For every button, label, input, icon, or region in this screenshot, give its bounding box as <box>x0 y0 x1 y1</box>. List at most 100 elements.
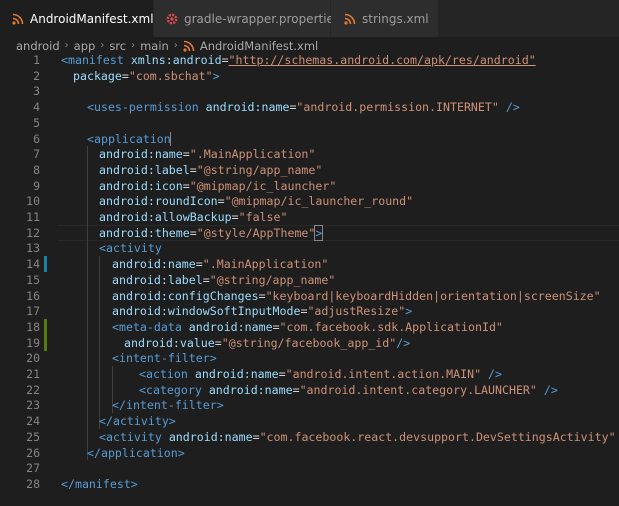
token-attr: android:theme <box>99 225 190 240</box>
token-tag: /> <box>505 100 520 115</box>
code-line[interactable]: 20 <intent-filter> <box>0 350 619 366</box>
line-number: 5 <box>33 115 40 130</box>
code-line[interactable]: 9 android:icon="@mipmap/ic_launcher" <box>0 178 619 194</box>
code-line[interactable]: 22 <category android:name="android.intent… <box>0 382 619 398</box>
code-line[interactable]: 18 <meta-data android:name="com.facebook.… <box>0 319 619 335</box>
line-number: 10 <box>26 194 40 209</box>
code-text: </activity> <box>99 413 176 429</box>
code-line[interactable]: 24 </activity> <box>0 413 619 429</box>
code-line[interactable]: 3 <box>0 83 619 99</box>
line-number: 13 <box>26 241 40 256</box>
code-text: <uses-permission android:name="android.p… <box>87 99 520 115</box>
token-plain: = <box>272 319 280 334</box>
code-line[interactable]: 8 android:label="@string/app_name" <box>0 162 619 178</box>
token-plain: = <box>189 162 197 177</box>
line-number: 9 <box>33 178 40 193</box>
code-line[interactable]: 17 android:windowSoftInputMode="adjustRes… <box>0 303 619 319</box>
token-val: "@style/AppTheme" <box>196 225 316 240</box>
token-plain: = <box>292 382 300 397</box>
tab-0[interactable]: AndroidManifest.xml× <box>0 0 174 37</box>
line-number: 27 <box>26 461 40 476</box>
token-val: "@string/facebook_app_id" <box>221 335 397 350</box>
token-attr: android:label <box>99 162 190 177</box>
token-tag: <action <box>139 367 188 381</box>
line-number: 22 <box>26 382 40 397</box>
line-number: 23 <box>26 398 40 413</box>
token-attr: xmlns:android <box>130 53 222 67</box>
token-val: "adjustResize" <box>307 304 406 319</box>
code-line[interactable]: 16 android:configChanges="keyboard|keyboa… <box>0 288 619 304</box>
code-line[interactable]: 10 android:roundIcon="@mipmap/ic_launcher… <box>0 193 619 209</box>
token-tag: <activity <box>99 241 162 256</box>
tab-label: gradle-wrapper.properties <box>184 11 341 26</box>
code-text: <action android:name="android.intent.act… <box>139 366 502 382</box>
token-plain: = <box>252 429 260 444</box>
line-number: 28 <box>26 476 40 491</box>
token-val: "@string/app_name" <box>196 162 323 177</box>
code-line[interactable]: 23 </intent-filter> <box>0 397 619 413</box>
token-tag: <application <box>87 131 171 146</box>
line-number: 26 <box>26 445 40 460</box>
token-val: "com.sbchat" <box>128 68 213 83</box>
line-number: 8 <box>33 162 40 177</box>
token-attr: android:name <box>112 257 196 272</box>
code-line[interactable]: 19 android:value="@string/facebook_app_id… <box>0 335 619 351</box>
code-line[interactable]: 5 <box>0 115 619 131</box>
code-text: <activity <box>99 240 162 256</box>
token-val: "android.permission.INTERNET" <box>296 100 499 115</box>
editor-tab-bar: AndroidManifest.xml× gradle-wrapper.prope… <box>0 0 619 37</box>
vscode-editor-window: AndroidManifest.xml× gradle-wrapper.prope… <box>0 0 619 506</box>
code-line[interactable]: 11 android:allowBackup="false" <box>0 209 619 225</box>
code-line[interactable]: 13 <activity <box>0 240 619 256</box>
code-line[interactable]: 1 <manifest xmlns:android="http://schemas… <box>0 52 619 68</box>
tab-label: AndroidManifest.xml <box>30 11 154 26</box>
code-line[interactable]: 12 android:theme="@style/AppTheme"> <box>0 224 619 241</box>
token-val: "@mipmap/ic_launcher" <box>189 178 337 193</box>
code-line[interactable]: 2 package="com.sbchat"> <box>0 68 619 84</box>
token-attr: android:windowSoftInputMode <box>112 304 301 319</box>
code-text: android:roundIcon="@mipmap/ic_launcher_r… <box>99 193 413 209</box>
code-line[interactable]: 28 </manifest> <box>0 476 619 492</box>
code-text: <manifest xmlns:android="http://schemas.… <box>61 52 536 68</box>
token-plain: = <box>231 210 239 224</box>
code-editor[interactable]: 1 <manifest xmlns:android="http://schemas… <box>0 50 619 506</box>
token-tag: <meta-data <box>112 319 182 334</box>
token-attr: android:allowBackup <box>99 210 232 224</box>
rss-icon <box>12 12 24 25</box>
code-line[interactable]: 26 </application> <box>0 445 619 461</box>
code-text: <category android:name="android.intent.c… <box>139 382 558 398</box>
code-text: </application> <box>87 445 185 461</box>
token-attr: android:name <box>194 367 279 381</box>
token-tag: <category <box>139 382 202 397</box>
line-number: 21 <box>26 367 40 381</box>
token-val: "false" <box>238 210 288 224</box>
token-val: "http://schemas.android.com/apk/res/andr… <box>228 53 536 67</box>
line-number: 24 <box>26 414 40 429</box>
code-text: <activity android:name="com.facebook.rea… <box>99 429 619 445</box>
code-line[interactable]: 15 android:label="@string/app_name" <box>0 272 619 288</box>
token-tag: </intent-filter> <box>112 398 224 413</box>
code-line[interactable]: 21 <action android:name="android.intent.a… <box>0 366 619 382</box>
code-line[interactable]: 25 <activity android:name="com.facebook.r… <box>0 429 619 445</box>
code-text: <application <box>87 131 171 147</box>
token-attr: android:roundIcon <box>99 194 218 209</box>
code-text: android:configChanges="keyboard|keyboard… <box>112 288 601 304</box>
code-line[interactable]: 4 <uses-permission android:name="android.… <box>0 99 619 115</box>
token-val: ".MainApplication" <box>189 147 316 162</box>
tab-2[interactable]: strings.xml <box>331 0 439 37</box>
line-number: 16 <box>26 288 40 303</box>
code-line[interactable]: 27 <box>0 460 619 476</box>
token-tag: <intent-filter> <box>112 351 217 366</box>
code-text: <intent-filter> <box>112 350 217 366</box>
code-text: package="com.sbchat"> <box>73 68 220 84</box>
code-line[interactable]: 6 <application <box>0 131 619 147</box>
token-attr: android:configChanges <box>112 288 259 303</box>
code-line[interactable]: 14 android:name=".MainApplication" <box>0 256 619 272</box>
code-line[interactable]: 7 android:name=".MainApplication" <box>0 146 619 162</box>
tab-1[interactable]: gradle-wrapper.properties <box>154 0 340 37</box>
